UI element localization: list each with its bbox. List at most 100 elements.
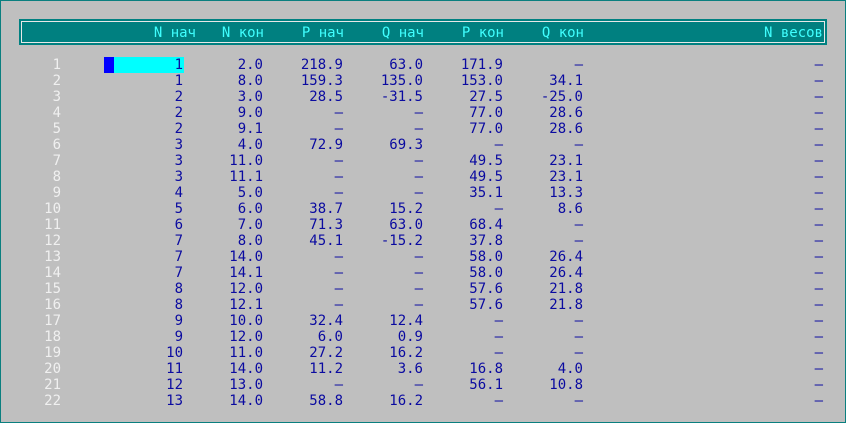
- cell-p-kon[interactable]: –: [423, 345, 503, 361]
- cell-n-vesov[interactable]: –: [743, 185, 823, 201]
- cell-n-kon[interactable]: 12.1: [183, 297, 263, 313]
- cell-q-nach[interactable]: –: [343, 153, 423, 169]
- cell-n-kon[interactable]: 12.0: [183, 329, 263, 345]
- cell-p-nach[interactable]: 6.0: [263, 329, 343, 345]
- cell-p-kon[interactable]: 27.5: [423, 89, 503, 105]
- cell-q-kon[interactable]: 10.8: [503, 377, 583, 393]
- cell-p-kon[interactable]: 77.0: [423, 105, 503, 121]
- cell-p-kon[interactable]: 57.6: [423, 281, 503, 297]
- cell-n-kon[interactable]: 9.1: [183, 121, 263, 137]
- cell-n-nach[interactable]: 7: [103, 233, 183, 249]
- cell-n-nach[interactable]: 2: [103, 105, 183, 121]
- cell-n-nach[interactable]: 9: [103, 313, 183, 329]
- cell-q-kon[interactable]: –: [503, 393, 583, 409]
- cell-q-nach[interactable]: 135.0: [343, 73, 423, 89]
- cell-p-nach[interactable]: –: [263, 265, 343, 281]
- cell-q-kon[interactable]: –: [503, 217, 583, 233]
- cell-n-nach[interactable]: 13: [103, 393, 183, 409]
- cell-n-vesov[interactable]: –: [743, 137, 823, 153]
- cell-n-nach[interactable]: 1: [103, 57, 183, 73]
- cell-n-nach[interactable]: 1: [103, 73, 183, 89]
- cell-q-kon[interactable]: –: [503, 329, 583, 345]
- cell-p-nach[interactable]: 71.3: [263, 217, 343, 233]
- cell-n-nach[interactable]: 7: [103, 265, 183, 281]
- cell-q-kon[interactable]: –: [503, 345, 583, 361]
- cell-q-kon[interactable]: 13.3: [503, 185, 583, 201]
- cell-p-kon[interactable]: 153.0: [423, 73, 503, 89]
- table-row[interactable]: 18 9 12.0 6.0 0.9– – –: [1, 329, 846, 345]
- cell-p-kon[interactable]: –: [423, 137, 503, 153]
- cell-n-vesov[interactable]: –: [743, 361, 823, 377]
- cell-q-nach[interactable]: 63.0: [343, 57, 423, 73]
- cell-n-nach[interactable]: 8: [103, 281, 183, 297]
- table-row[interactable]: 11 6 7.0 71.3 63.0 68.4– –: [1, 217, 846, 233]
- cell-p-nach[interactable]: 72.9: [263, 137, 343, 153]
- cell-q-nach[interactable]: 15.2: [343, 201, 423, 217]
- cell-p-nach[interactable]: 27.2: [263, 345, 343, 361]
- cell-q-nach[interactable]: –: [343, 105, 423, 121]
- cell-n-vesov[interactable]: –: [743, 377, 823, 393]
- cell-n-vesov[interactable]: –: [743, 217, 823, 233]
- cell-p-nach[interactable]: –: [263, 297, 343, 313]
- cell-n-vesov[interactable]: –: [743, 329, 823, 345]
- cell-n-kon[interactable]: 2.0: [183, 57, 263, 73]
- cell-q-nach[interactable]: 3.6: [343, 361, 423, 377]
- cell-n-nach[interactable]: 2: [103, 121, 183, 137]
- table-row[interactable]: 5 2 9.1– –77.0 28.6–: [1, 121, 846, 137]
- cell-n-nach[interactable]: 10: [103, 345, 183, 361]
- cell-n-vesov[interactable]: –: [743, 233, 823, 249]
- cell-n-nach[interactable]: 2: [103, 89, 183, 105]
- cell-p-kon[interactable]: 77.0: [423, 121, 503, 137]
- cell-p-kon[interactable]: –: [423, 201, 503, 217]
- cell-n-vesov[interactable]: –: [743, 249, 823, 265]
- cell-q-nach[interactable]: –: [343, 169, 423, 185]
- cell-n-vesov[interactable]: –: [743, 89, 823, 105]
- cell-q-nach[interactable]: 0.9: [343, 329, 423, 345]
- cell-q-nach[interactable]: –: [343, 265, 423, 281]
- cell-n-nach[interactable]: 8: [103, 297, 183, 313]
- table-row[interactable]: 8 3 11.1– –49.5 23.1–: [1, 169, 846, 185]
- cell-p-kon[interactable]: 58.0: [423, 249, 503, 265]
- cell-n-kon[interactable]: 12.0: [183, 281, 263, 297]
- cell-n-kon[interactable]: 13.0: [183, 377, 263, 393]
- cell-q-kon[interactable]: 4.0: [503, 361, 583, 377]
- cell-q-nach[interactable]: -31.5: [343, 89, 423, 105]
- cell-n-nach[interactable]: 11: [103, 361, 183, 377]
- cell-n-kon[interactable]: 14.0: [183, 361, 263, 377]
- cell-n-kon[interactable]: 8.0: [183, 73, 263, 89]
- cell-n-kon[interactable]: 4.0: [183, 137, 263, 153]
- cell-n-kon[interactable]: 11.0: [183, 345, 263, 361]
- cell-q-kon[interactable]: –: [503, 137, 583, 153]
- cell-n-nach[interactable]: 7: [103, 249, 183, 265]
- cell-q-kon[interactable]: –: [503, 313, 583, 329]
- cell-n-nach[interactable]: 12: [103, 377, 183, 393]
- cell-q-kon[interactable]: –: [503, 57, 583, 73]
- cell-n-kon[interactable]: 6.0: [183, 201, 263, 217]
- cell-p-nach[interactable]: –: [263, 105, 343, 121]
- cell-n-kon[interactable]: 7.0: [183, 217, 263, 233]
- cell-p-nach[interactable]: 58.8: [263, 393, 343, 409]
- table-row[interactable]: 20 11 14.0 11.2 3.6 16.8 4.0 –: [1, 361, 846, 377]
- cell-q-kon[interactable]: 26.4: [503, 249, 583, 265]
- cell-p-kon[interactable]: 35.1: [423, 185, 503, 201]
- cell-n-kon[interactable]: 3.0: [183, 89, 263, 105]
- cell-n-vesov[interactable]: –: [743, 313, 823, 329]
- cell-q-nach[interactable]: 63.0: [343, 217, 423, 233]
- table-row[interactable]: 7 3 11.0– –49.5 23.1–: [1, 153, 846, 169]
- cell-n-vesov[interactable]: –: [743, 169, 823, 185]
- cell-q-nach[interactable]: –: [343, 281, 423, 297]
- cell-q-kon[interactable]: 34.1: [503, 73, 583, 89]
- cell-n-vesov[interactable]: –: [743, 153, 823, 169]
- table-row[interactable]: 6 3 4.0 72.9 69.3– – –: [1, 137, 846, 153]
- cell-p-kon[interactable]: 68.4: [423, 217, 503, 233]
- cell-q-kon[interactable]: 21.8: [503, 297, 583, 313]
- cell-n-kon[interactable]: 10.0: [183, 313, 263, 329]
- table-row[interactable]: 21 12 13.0– –56.1 10.8–: [1, 377, 846, 393]
- cell-p-nach[interactable]: 38.7: [263, 201, 343, 217]
- cell-n-kon[interactable]: 14.1: [183, 265, 263, 281]
- cell-p-nach[interactable]: –: [263, 121, 343, 137]
- cell-n-vesov[interactable]: –: [743, 281, 823, 297]
- cell-p-nach[interactable]: –: [263, 153, 343, 169]
- cell-p-nach[interactable]: 45.1: [263, 233, 343, 249]
- cell-n-nach[interactable]: 4: [103, 185, 183, 201]
